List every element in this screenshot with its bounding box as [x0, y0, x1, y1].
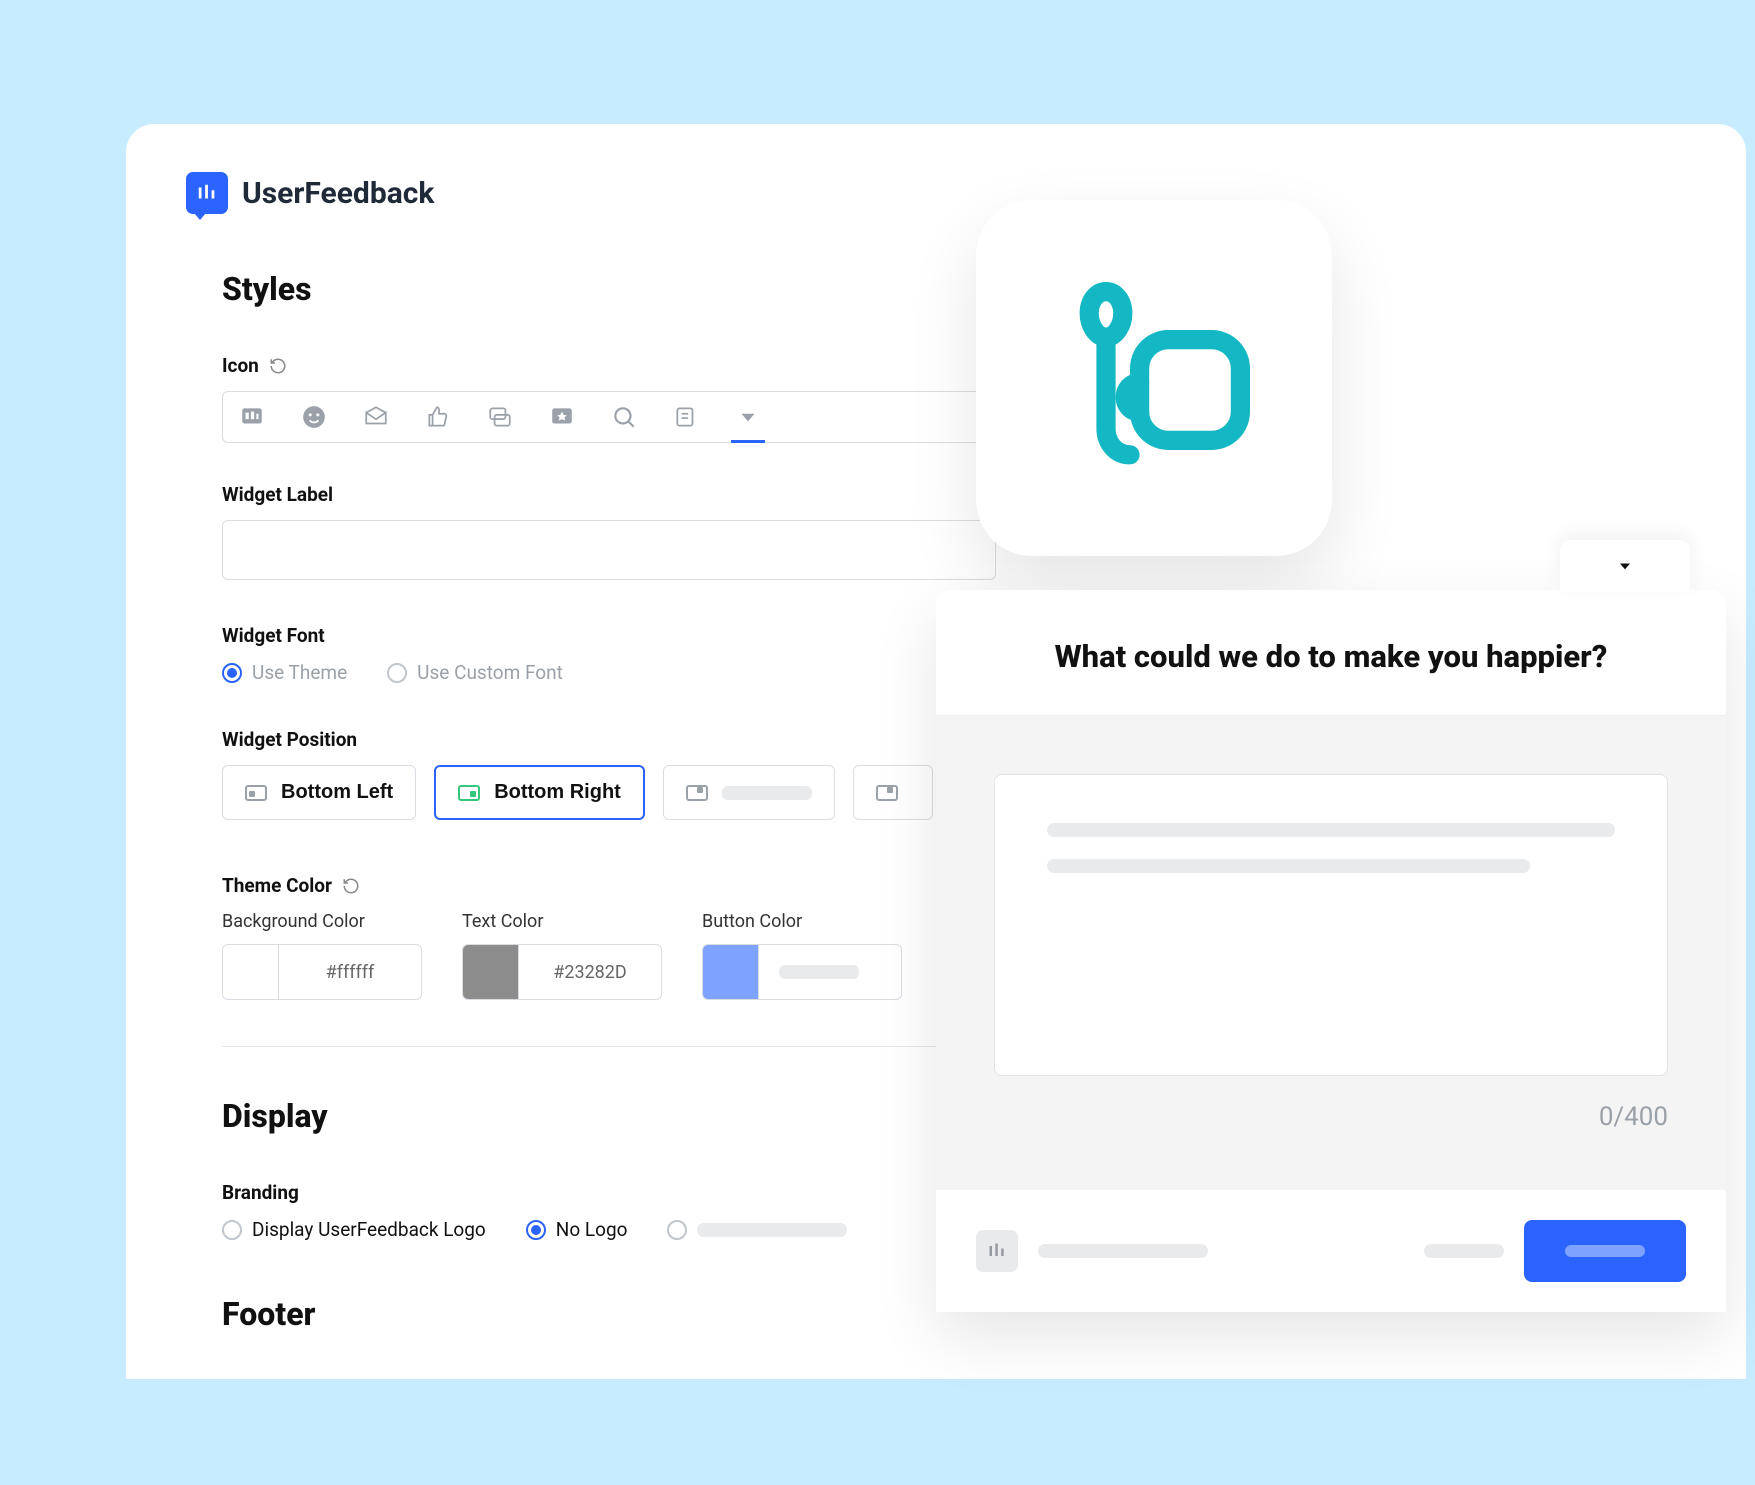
preview-char-count: 0/400	[994, 1102, 1668, 1132]
icon-option-chat-bars[interactable]	[239, 404, 265, 430]
section-divider	[222, 1046, 996, 1047]
reset-icon[interactable]	[269, 357, 287, 375]
theme-color-field-label: Theme Color	[222, 874, 996, 897]
preview-question: What could we do to make you happier?	[996, 638, 1666, 675]
display-heading: Display	[222, 1097, 996, 1135]
branding-option-locked[interactable]	[667, 1220, 847, 1240]
icon-option-thumbs-up[interactable]	[425, 404, 451, 430]
design-hero-icon	[976, 200, 1332, 556]
text-color-label: Text Color	[462, 911, 662, 932]
icon-option-star-badge[interactable]	[549, 404, 575, 430]
brand-name: UserFeedback	[242, 176, 434, 211]
preview-submit-button[interactable]	[1524, 1220, 1686, 1282]
position-thumb-br-icon	[458, 785, 480, 801]
font-option-theme[interactable]: Use Theme	[222, 661, 347, 684]
footer-heading: Footer	[222, 1295, 996, 1333]
widget-position-field-label: Widget Position	[222, 728, 996, 751]
branding-no-logo[interactable]: No Logo	[526, 1218, 628, 1241]
icon-option-chats[interactable]	[487, 404, 513, 430]
position-option-locked-2[interactable]	[853, 765, 933, 820]
bg-color-label: Background Color	[222, 911, 422, 932]
icon-option-search[interactable]	[611, 404, 637, 430]
app-logo: UserFeedback	[186, 172, 1686, 214]
position-thumb-bl-icon	[245, 785, 267, 801]
bg-color-input[interactable]: #ffffff	[222, 944, 422, 1000]
preview-textarea[interactable]	[994, 774, 1668, 1076]
icon-option-mail[interactable]	[363, 404, 389, 430]
position-thumb-icon	[686, 785, 708, 801]
icon-option-smile[interactable]	[301, 404, 327, 430]
icon-field-label: Icon	[222, 354, 996, 377]
position-option-locked-1[interactable]	[663, 765, 835, 820]
font-option-custom[interactable]: Use Custom Font	[387, 661, 563, 684]
branding-show-logo[interactable]: Display UserFeedback Logo	[222, 1218, 486, 1241]
widget-preview: What could we do to make you happier? 0/…	[936, 590, 1726, 1312]
icon-option-notepad[interactable]	[673, 404, 699, 430]
text-color-swatch	[463, 944, 519, 1000]
bg-color-swatch	[223, 944, 279, 1000]
caret-down-icon	[1615, 556, 1635, 576]
position-thumb-icon	[876, 785, 898, 801]
reset-icon[interactable]	[342, 877, 360, 895]
userfeedback-logo-icon	[186, 172, 228, 214]
button-color-input[interactable]	[702, 944, 902, 1000]
styles-heading: Styles	[222, 270, 996, 308]
text-color-input[interactable]: #23282D	[462, 944, 662, 1000]
icon-option-dropdown[interactable]	[735, 404, 761, 430]
button-color-swatch	[703, 944, 759, 1000]
preview-footer-logo-icon	[976, 1230, 1018, 1272]
position-bottom-left[interactable]: Bottom Left	[222, 765, 416, 820]
position-bottom-right[interactable]: Bottom Right	[434, 765, 645, 820]
widget-label-field-label: Widget Label	[222, 483, 996, 506]
branding-field-label: Branding	[222, 1181, 996, 1204]
widget-font-field-label: Widget Font	[222, 624, 996, 647]
preview-collapse-tab[interactable]	[1560, 540, 1690, 592]
button-color-label: Button Color	[702, 911, 902, 932]
widget-label-input[interactable]	[222, 520, 996, 580]
icon-picker	[222, 391, 996, 443]
